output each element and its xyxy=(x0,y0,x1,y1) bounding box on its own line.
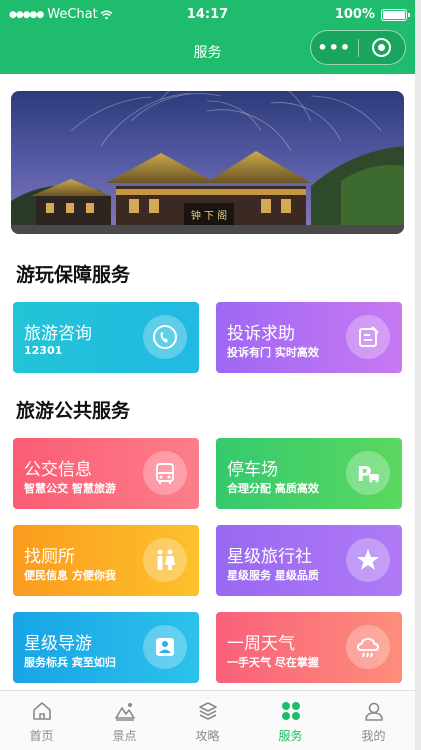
card-title: 一周天气 xyxy=(227,634,295,654)
card-weekly-weather[interactable]: 一周天气 一手天气 尽在掌握 xyxy=(216,612,402,683)
close-circle-icon xyxy=(372,38,392,57)
card-complaint-help[interactable]: 投诉求助 投诉有门 实时高效 xyxy=(216,302,402,373)
card-title: 投诉求助 xyxy=(227,324,295,344)
card-tourism-consult[interactable]: 旅游咨询 12301 xyxy=(13,302,199,373)
complaint-icon xyxy=(346,315,390,359)
parking-icon: P xyxy=(346,451,390,495)
profile-icon xyxy=(364,702,383,721)
card-subtitle: 服务标兵 宾至如归 xyxy=(24,656,116,669)
card-parking[interactable]: 停车场 合理分配 高质高效 P xyxy=(216,438,402,509)
card-subtitle: 智慧公交 智慧旅游 xyxy=(24,482,116,495)
tab-bar: 首页 景点 攻略 服务 我的 xyxy=(0,690,415,750)
tab-label: 服务 xyxy=(278,729,303,743)
nav-header: ●●●●● WeChat 14:17 100% 服务 ••• xyxy=(0,0,415,74)
card-title: 公交信息 xyxy=(24,460,92,480)
close-button[interactable] xyxy=(359,38,406,57)
tab-label: 首页 xyxy=(29,729,54,743)
tab-service[interactable]: 服务 xyxy=(249,691,332,750)
guide-layers-icon xyxy=(198,702,217,720)
bus-icon xyxy=(143,451,187,495)
card-subtitle: 便民信息 方便你我 xyxy=(24,569,116,582)
banner-image[interactable]: 钟 下 阁 xyxy=(11,91,404,234)
card-restroom[interactable]: 找厕所 便民信息 方便你我 xyxy=(13,525,199,596)
card-title: 找厕所 xyxy=(24,547,75,567)
app-frame: ●●●●● WeChat 14:17 100% 服务 ••• 钟 下 阁 游玩保… xyxy=(0,0,415,750)
restroom-icon xyxy=(143,538,187,582)
tab-label: 景点 xyxy=(112,729,137,743)
service-grid-icon xyxy=(281,702,300,720)
card-title: 星级旅行社 xyxy=(227,547,312,567)
phone-icon xyxy=(143,315,187,359)
more-dots-icon[interactable]: ••• xyxy=(311,38,358,57)
card-star-agency[interactable]: 星级旅行社 星级服务 星级品质 xyxy=(216,525,402,596)
card-title: 旅游咨询 xyxy=(24,324,92,344)
battery: 100% xyxy=(334,7,410,22)
tab-home[interactable]: 首页 xyxy=(0,691,83,750)
right-edge xyxy=(415,0,421,750)
tab-label: 攻略 xyxy=(195,729,220,743)
card-subtitle: 合理分配 高质高效 xyxy=(227,482,319,495)
home-icon xyxy=(32,702,51,720)
card-subtitle: 12301 xyxy=(24,344,63,357)
guide-icon xyxy=(143,625,187,669)
card-title: 停车场 xyxy=(227,460,278,480)
banner-scene: 钟 下 阁 xyxy=(11,91,404,234)
status-bar: ●●●●● WeChat 14:17 100% xyxy=(0,0,415,30)
card-subtitle: 一手天气 尽在掌握 xyxy=(227,656,319,669)
card-title: 星级导游 xyxy=(24,634,92,654)
tab-scenic[interactable]: 景点 xyxy=(83,691,166,750)
star-icon xyxy=(346,538,390,582)
section-title-public: 旅游公共服务 xyxy=(16,400,131,422)
card-subtitle: 投诉有门 实时高效 xyxy=(227,346,319,359)
mini-program-capsule: ••• xyxy=(310,30,406,65)
banner-sign: 钟 下 阁 xyxy=(191,209,227,222)
scenic-icon xyxy=(114,703,135,721)
section-title-play: 游玩保障服务 xyxy=(16,264,131,286)
tab-guide[interactable]: 攻略 xyxy=(166,691,249,750)
battery-percent: 100% xyxy=(334,7,375,22)
battery-icon xyxy=(381,8,410,21)
tab-label: 我的 xyxy=(361,729,386,743)
tab-profile[interactable]: 我的 xyxy=(332,691,415,750)
card-bus-info[interactable]: 公交信息 智慧公交 智慧旅游 xyxy=(13,438,199,509)
card-star-guide[interactable]: 星级导游 服务标兵 宾至如归 xyxy=(13,612,199,683)
weather-icon xyxy=(346,625,390,669)
card-subtitle: 星级服务 星级品质 xyxy=(227,569,319,582)
svg-text:P: P xyxy=(357,462,372,486)
